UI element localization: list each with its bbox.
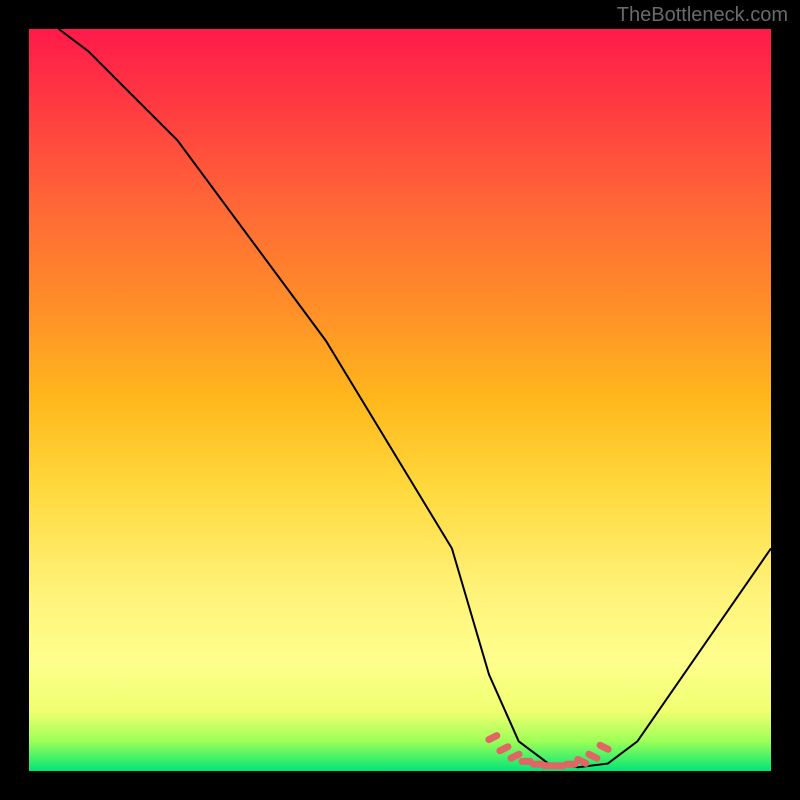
marker-dash [511, 754, 519, 758]
marker-dash [589, 754, 597, 758]
curve-path [59, 29, 771, 767]
chart-svg [29, 29, 771, 771]
plot-area [29, 29, 771, 771]
marker-group [489, 736, 608, 766]
marker-dash [600, 745, 608, 749]
watermark-text: TheBottleneck.com [617, 4, 788, 27]
marker-dash [500, 747, 508, 751]
marker-dash [578, 759, 586, 763]
marker-dash [489, 736, 497, 740]
